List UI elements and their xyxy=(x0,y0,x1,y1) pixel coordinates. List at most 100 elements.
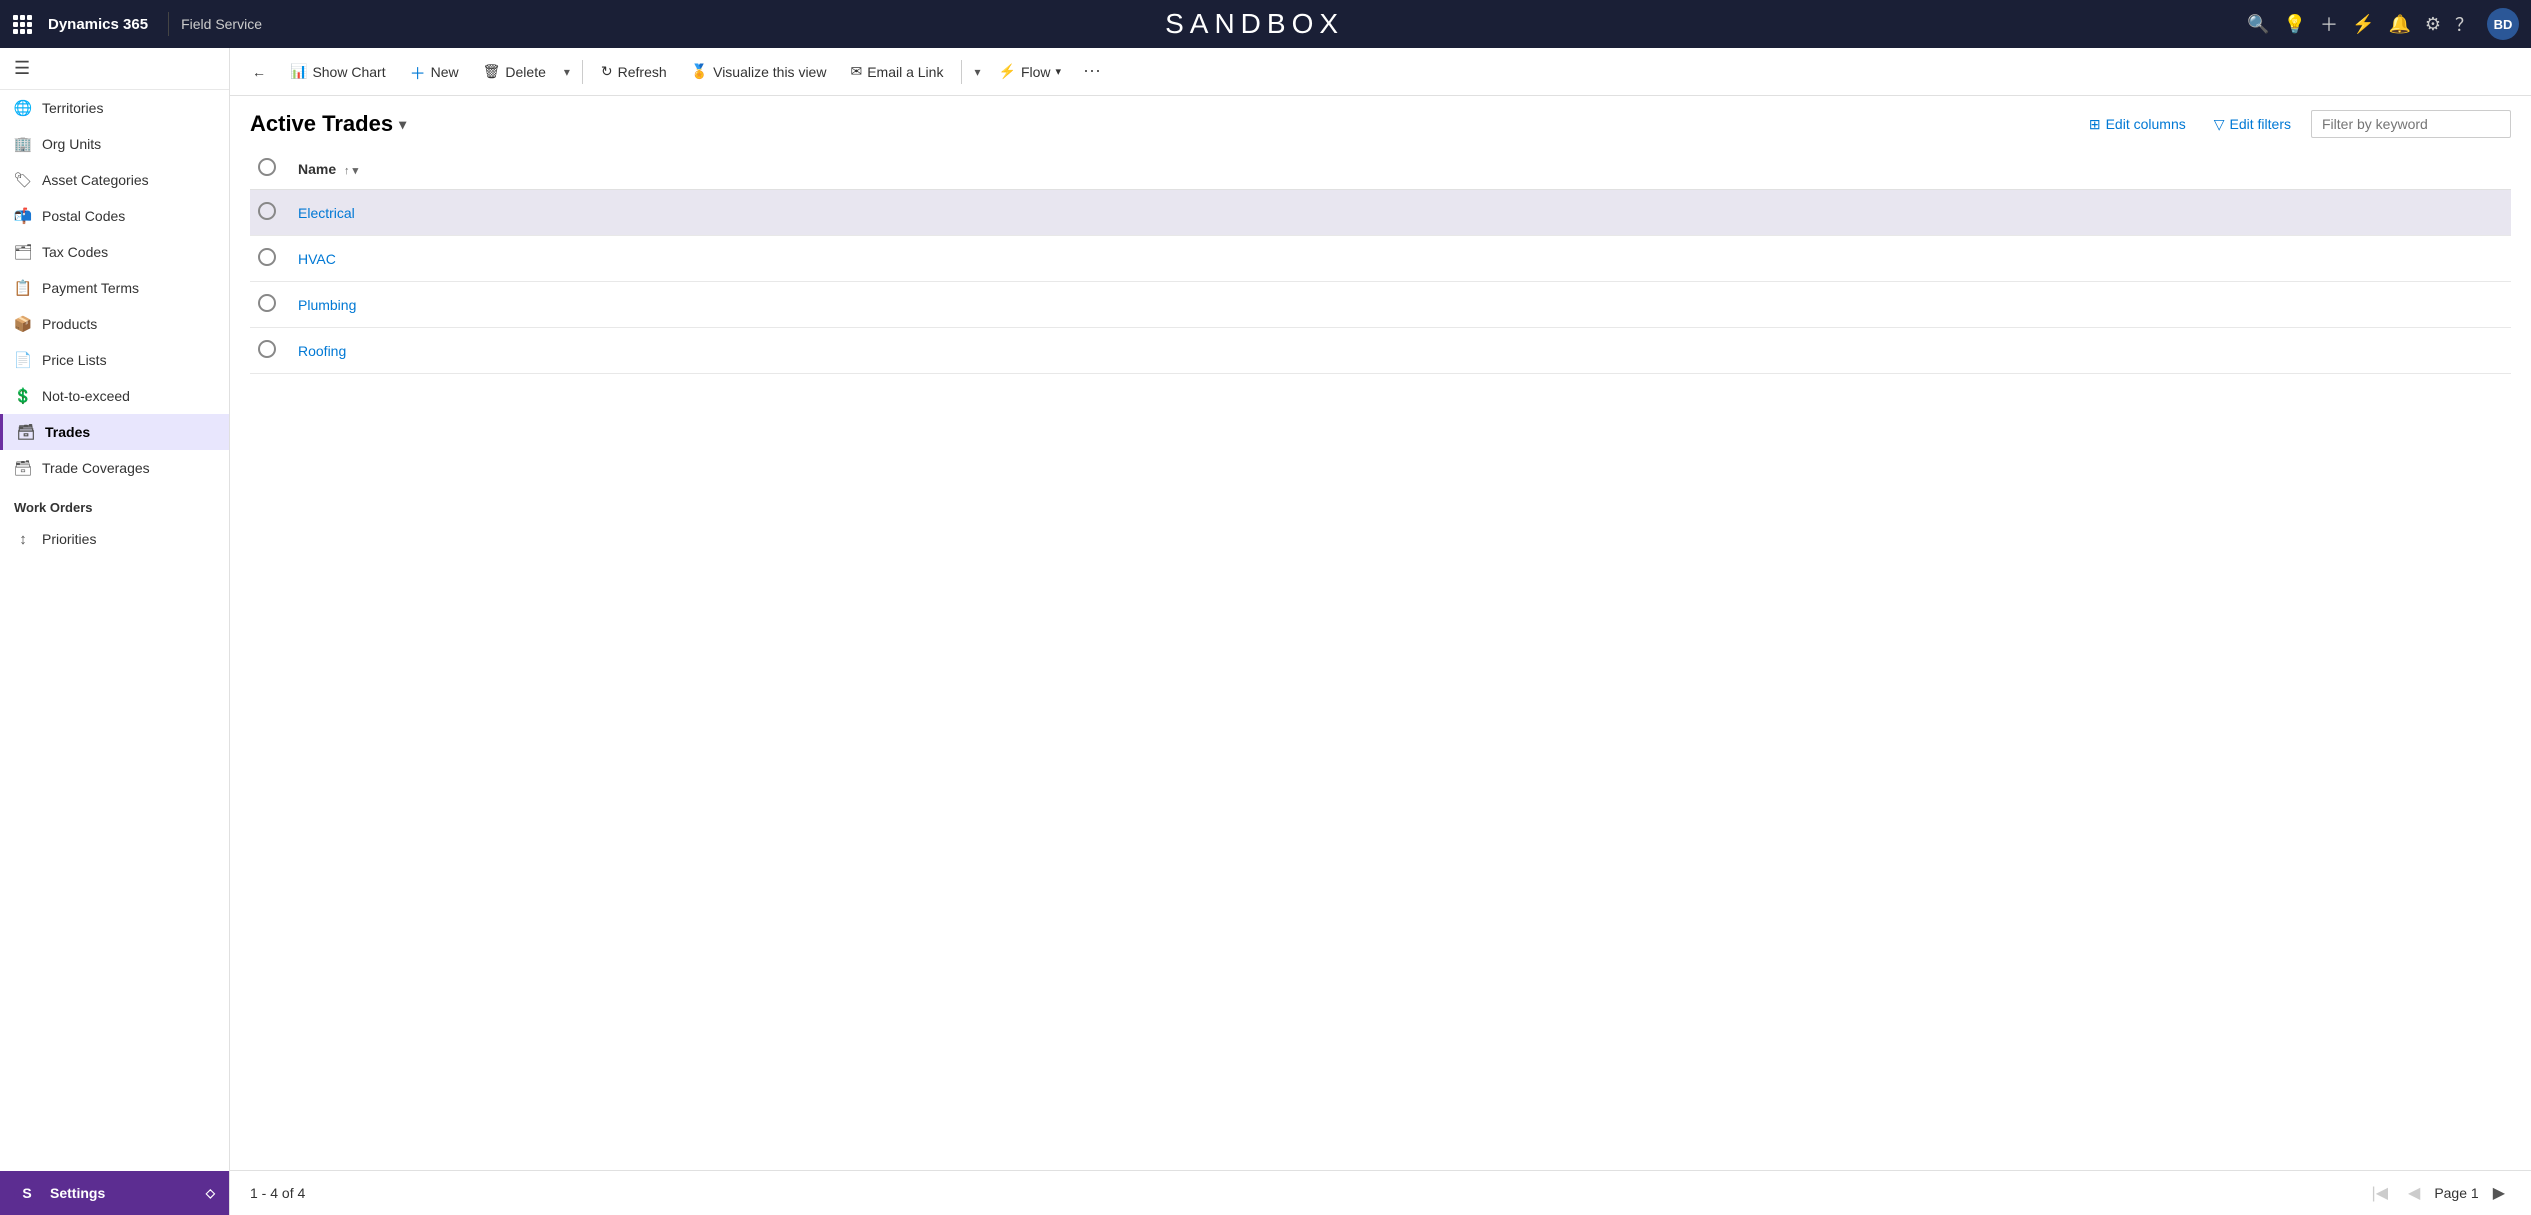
bell-icon[interactable]: 🔔 xyxy=(2388,14,2410,35)
table-row: HVAC xyxy=(250,236,2511,282)
columns-icon: ⊞ xyxy=(2089,116,2101,133)
settings-icon[interactable]: ⚙ xyxy=(2425,14,2441,35)
flow-dropdown-icon: ▾ xyxy=(1056,65,1062,78)
row-checkbox-cell xyxy=(250,328,290,374)
more-options-icon[interactable]: ⋯ xyxy=(1075,57,1109,86)
module-name: Field Service xyxy=(181,16,262,32)
table-footer: 1 - 4 of 4 |◀ ◀ Page 1 ▶ xyxy=(230,1170,2531,1215)
sidebar: ☰ 🌐 Territories 🏢 Org Units 🏷 Asset Cate… xyxy=(0,48,230,1215)
sidebar-item-not-to-exceed[interactable]: 💲 Not-to-exceed xyxy=(0,378,229,414)
hamburger-icon[interactable]: ☰ xyxy=(14,58,30,79)
sidebar-item-price-lists[interactable]: 📄 Price Lists xyxy=(0,342,229,378)
sidebar-item-settings[interactable]: S Settings ◇ xyxy=(0,1171,229,1215)
tax-codes-icon: 🗂 xyxy=(14,243,32,261)
prev-page-button[interactable]: ◀ xyxy=(2402,1181,2426,1205)
delete-dropdown-icon[interactable]: ▾ xyxy=(560,61,574,83)
sidebar-item-trades[interactable]: 🗃 Trades xyxy=(0,414,229,450)
record-range-text: 1 - 4 of 4 xyxy=(250,1185,305,1201)
help-icon[interactable]: ？ xyxy=(2455,11,2473,37)
sidebar-item-products[interactable]: 📦 Products xyxy=(0,306,229,342)
sidebar-item-trade-coverages[interactable]: 🗃 Trade Coverages xyxy=(0,450,229,486)
new-button[interactable]: ＋ New xyxy=(400,54,469,90)
postal-codes-icon: 📬 xyxy=(14,207,32,225)
select-all-checkbox[interactable] xyxy=(258,158,276,176)
table-row: Roofing xyxy=(250,328,2511,374)
avatar[interactable]: BD xyxy=(2487,8,2519,40)
email-link-button[interactable]: ✉ Email a Link xyxy=(840,57,953,86)
records-table: Name ↑ ▾ Electrical HVAC xyxy=(250,148,2511,374)
sandbox-title: SANDBOX xyxy=(262,8,2247,40)
visualize-icon: 🏅 xyxy=(691,63,708,80)
flow-icon: ⚡ xyxy=(999,63,1016,80)
search-icon[interactable]: 🔍 xyxy=(2247,14,2269,35)
row-radio[interactable] xyxy=(258,248,276,266)
view-title-chevron-icon: ▾ xyxy=(399,116,406,133)
filter-by-keyword-input[interactable] xyxy=(2311,110,2511,138)
table-area: Name ↑ ▾ Electrical HVAC xyxy=(230,148,2531,1170)
row-radio[interactable] xyxy=(258,202,276,220)
nav-icons: 🔍 💡 ＋ ⚡ 🔔 ⚙ ？ BD xyxy=(2247,8,2519,40)
sidebar-item-priorities[interactable]: ↕ Priorities xyxy=(0,521,229,557)
email-dropdown-icon[interactable]: ▾ xyxy=(970,61,984,83)
show-chart-button[interactable]: 📊 Show Chart xyxy=(280,57,396,86)
table-row: Electrical xyxy=(250,190,2511,236)
row-name-cell: HVAC xyxy=(290,236,2511,282)
settings-chevron-icon: ◇ xyxy=(206,1186,215,1200)
sidebar-item-org-units[interactable]: 🏢 Org Units xyxy=(0,126,229,162)
row-radio[interactable] xyxy=(258,340,276,358)
sidebar-header: ☰ xyxy=(0,48,229,90)
priorities-icon: ↕ xyxy=(14,530,32,548)
record-link[interactable]: Electrical xyxy=(298,205,355,221)
delete-button[interactable]: 🗑 Delete xyxy=(473,57,556,86)
edit-columns-button[interactable]: ⊞ Edit columns xyxy=(2081,111,2194,138)
edit-filters-button[interactable]: ▽ Edit filters xyxy=(2206,111,2299,138)
view-title[interactable]: Active Trades ▾ xyxy=(250,111,406,137)
view-actions: ⊞ Edit columns ▽ Edit filters xyxy=(2081,110,2511,138)
pagination: |◀ ◀ Page 1 ▶ xyxy=(2366,1181,2511,1205)
flow-button[interactable]: ⚡ Flow ▾ xyxy=(989,57,1072,86)
refresh-button[interactable]: ↻ Refresh xyxy=(591,57,677,86)
page-label: Page 1 xyxy=(2434,1185,2478,1201)
record-link[interactable]: HVAC xyxy=(298,251,336,267)
visualize-button[interactable]: 🏅 Visualize this view xyxy=(681,57,837,86)
back-button[interactable]: ← xyxy=(242,58,276,86)
filter-funnel-icon: ▽ xyxy=(2214,116,2225,133)
toolbar-sep-2 xyxy=(961,60,962,84)
first-page-button[interactable]: |◀ xyxy=(2366,1181,2394,1205)
sort-icons[interactable]: ↑ ▾ xyxy=(344,165,358,177)
row-name-cell: Electrical xyxy=(290,190,2511,236)
org-units-icon: 🏢 xyxy=(14,135,32,153)
toolbar: ← 📊 Show Chart ＋ New 🗑 Delete ▾ ↻ Refres… xyxy=(230,48,2531,96)
not-to-exceed-icon: 💲 xyxy=(14,387,32,405)
table-row: Plumbing xyxy=(250,282,2511,328)
sidebar-item-tax-codes[interactable]: 🗂 Tax Codes xyxy=(0,234,229,270)
chart-icon: 📊 xyxy=(290,63,307,80)
row-checkbox-cell xyxy=(250,236,290,282)
payment-terms-icon: 📋 xyxy=(14,279,32,297)
toolbar-sep-1 xyxy=(582,60,583,84)
sidebar-item-territories[interactable]: 🌐 Territories xyxy=(0,90,229,126)
delete-icon: 🗑 xyxy=(483,63,501,80)
view-header: Active Trades ▾ ⊞ Edit columns ▽ Edit fi… xyxy=(230,96,2531,148)
row-name-cell: Roofing xyxy=(290,328,2511,374)
lightbulb-icon[interactable]: 💡 xyxy=(2284,14,2306,35)
record-link[interactable]: Plumbing xyxy=(298,297,356,313)
waffle-menu[interactable] xyxy=(12,14,32,34)
asset-categories-icon: 🏷 xyxy=(14,171,32,189)
next-page-button[interactable]: ▶ xyxy=(2487,1181,2511,1205)
sidebar-item-payment-terms[interactable]: 📋 Payment Terms xyxy=(0,270,229,306)
row-checkbox-cell xyxy=(250,282,290,328)
sidebar-item-asset-categories[interactable]: 🏷 Asset Categories xyxy=(0,162,229,198)
filter-icon[interactable]: ⚡ xyxy=(2352,14,2374,35)
email-icon: ✉ xyxy=(850,63,862,80)
add-icon[interactable]: ＋ xyxy=(2320,11,2338,37)
price-lists-icon: 📄 xyxy=(14,351,32,369)
header-name-col[interactable]: Name ↑ ▾ xyxy=(290,148,2511,190)
row-radio[interactable] xyxy=(258,294,276,312)
refresh-icon: ↻ xyxy=(601,63,613,80)
sidebar-item-postal-codes[interactable]: 📬 Postal Codes xyxy=(0,198,229,234)
row-name-cell: Plumbing xyxy=(290,282,2511,328)
top-navigation: Dynamics 365 Field Service SANDBOX 🔍 💡 ＋… xyxy=(0,0,2531,48)
add-new-icon: ＋ xyxy=(410,60,426,84)
record-link[interactable]: Roofing xyxy=(298,343,346,359)
